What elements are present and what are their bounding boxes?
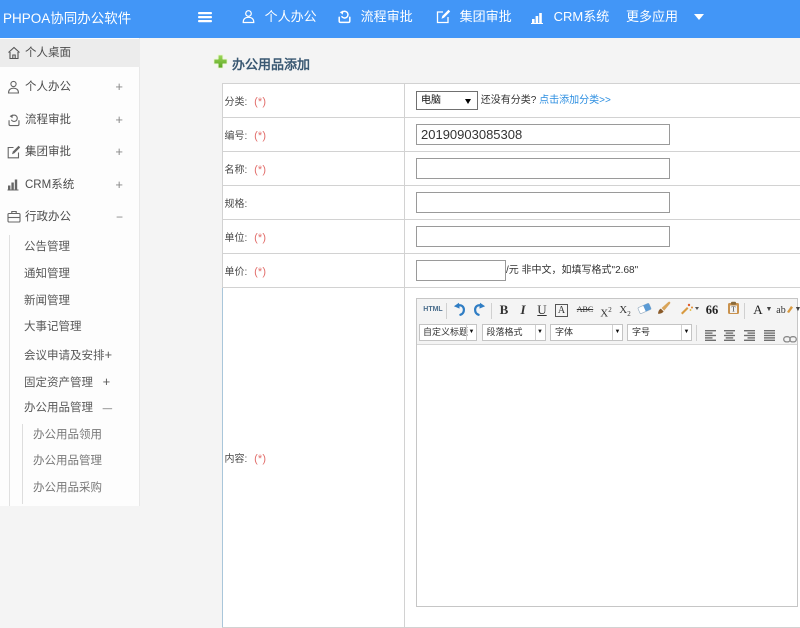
svg-text:T: T bbox=[731, 306, 736, 314]
